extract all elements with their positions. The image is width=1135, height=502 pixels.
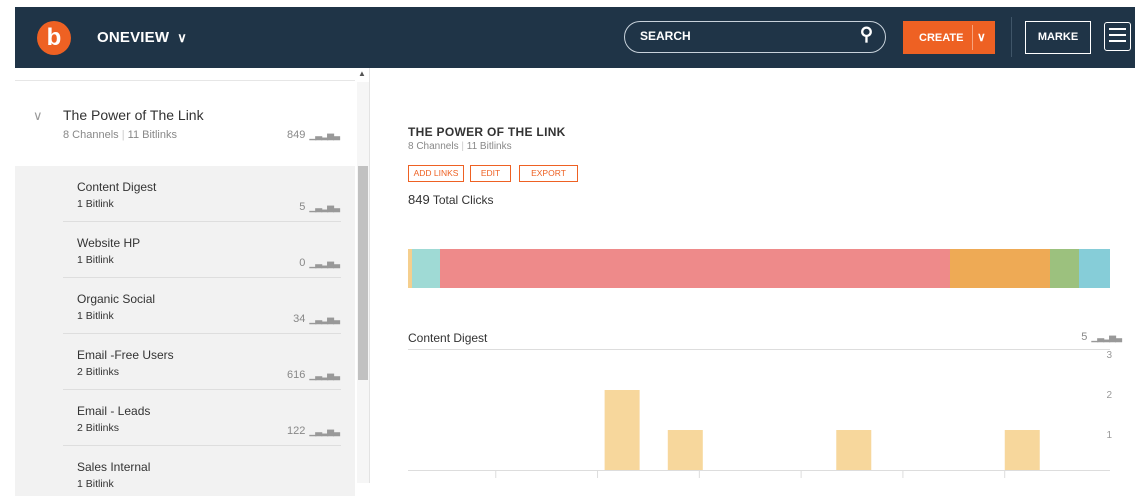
chevron-down-icon: ∨ xyxy=(177,30,187,45)
header-divider xyxy=(1011,17,1012,57)
search-input[interactable]: SEARCH ⚲ xyxy=(624,21,886,53)
chart-bar[interactable] xyxy=(836,430,872,470)
channel-name: Organic Social xyxy=(77,292,156,306)
bar-chart-icon: ▁▃▂▅▃ xyxy=(309,258,340,268)
channel-clicks: 616 ▁▃▂▅▃ xyxy=(287,369,340,381)
bar-chart-icon: ▁▃▂▅▃ xyxy=(309,202,340,212)
channel-name: Email - Leads xyxy=(77,404,151,418)
create-divider xyxy=(972,25,973,50)
channel-item[interactable]: Sales Internal 1 Bitlink xyxy=(63,446,341,502)
channel-name: Sales Internal xyxy=(77,460,151,474)
scroll-up-arrow-icon[interactable]: ▲ xyxy=(358,69,366,78)
search-icon[interactable]: ⚲ xyxy=(860,20,873,49)
campaign-title: The Power of The Link xyxy=(63,107,204,123)
y-tick-label: 2 xyxy=(1106,390,1112,401)
hamburger-menu-icon[interactable] xyxy=(1104,22,1131,51)
bar-chart-icon: ▁▃▂▅▃ xyxy=(309,130,340,140)
channel-bitlinks: 1 Bitlink xyxy=(77,254,114,266)
channel-bitlinks: 1 Bitlink xyxy=(77,198,114,210)
channel-clicks: 0 ▁▃▂▅▃ xyxy=(299,257,340,269)
campaign-detail: THE POWER OF THE LINK 8 Channels | 11 Bi… xyxy=(371,68,1135,483)
content-digest-chart: 1 2 3 xyxy=(408,350,1112,478)
chevron-down-icon[interactable]: ∨ xyxy=(33,108,43,124)
scrollbar-thumb[interactable] xyxy=(358,166,368,380)
channel-item[interactable]: Content Digest 1 Bitlink 5 ▁▃▂▅▃ xyxy=(63,166,341,222)
channel-clicks: 34 ▁▃▂▅▃ xyxy=(293,313,340,325)
channel-bitlinks: 2 Bitlinks xyxy=(77,422,120,434)
bar-chart-icon: ▁▃▂▅▃ xyxy=(309,370,340,380)
bar-chart-icon: ▁▃▂▅▃ xyxy=(309,314,340,324)
channel-item[interactable]: Email -Free Users 2 Bitlinks 616 ▁▃▂▅▃ xyxy=(63,334,341,390)
chart-bar[interactable] xyxy=(604,390,640,470)
search-placeholder: SEARCH xyxy=(640,29,691,43)
chevron-down-icon[interactable]: ∨ xyxy=(977,30,986,44)
create-label: CREATE xyxy=(919,32,964,44)
top-nav: b ONEVIEW ∨ SEARCH ⚲ CREATE ∨ MARKE xyxy=(15,7,1135,68)
chart-bar[interactable] xyxy=(1004,430,1040,470)
channel-bitlinks: 1 Bitlink xyxy=(77,478,114,490)
chart-bar[interactable] xyxy=(667,430,703,470)
y-tick-label: 3 xyxy=(1106,350,1112,361)
page: b ONEVIEW ∨ SEARCH ⚲ CREATE ∨ MARKE ∨ The… xyxy=(0,0,1135,496)
channel-item[interactable]: Website HP 1 Bitlink 0 ▁▃▂▅▃ xyxy=(63,222,341,278)
bitly-logo[interactable]: b xyxy=(37,21,71,55)
campaign-item[interactable]: ∨ The Power of The Link 8 Channels | 11 … xyxy=(15,81,355,168)
channel-name: Website HP xyxy=(77,236,141,250)
sidebar: ∨ The Power of The Link 8 Channels | 11 … xyxy=(15,68,370,496)
workspace-name: ONEVIEW xyxy=(97,29,170,46)
channel-name: Email -Free Users xyxy=(77,348,174,362)
workspace-switcher[interactable]: ONEVIEW ∨ xyxy=(97,29,187,46)
create-button[interactable]: CREATE ∨ xyxy=(903,21,995,54)
channel-bitlinks: 1 Bitlink xyxy=(77,310,114,322)
bar-chart-icon: ▁▃▂▅▃ xyxy=(309,426,340,436)
channel-clicks: 5 ▁▃▂▅▃ xyxy=(299,201,340,213)
campaign-meta: 8 Channels | 11 Bitlinks xyxy=(63,129,177,141)
channel-list: Content Digest 1 Bitlink 5 ▁▃▂▅▃ Website … xyxy=(15,166,355,496)
channel-item[interactable]: Organic Social 1 Bitlink 34 ▁▃▂▅▃ xyxy=(63,278,341,334)
account-button[interactable]: MARKE xyxy=(1025,21,1091,54)
channel-item[interactable]: Email - Leads 2 Bitlinks 122 ▁▃▂▅▃ xyxy=(63,390,341,446)
channel-clicks: 122 ▁▃▂▅▃ xyxy=(287,425,340,437)
channel-bitlinks: 2 Bitlinks xyxy=(77,366,120,378)
channel-name: Content Digest xyxy=(77,180,157,194)
y-tick-label: 1 xyxy=(1106,430,1112,441)
campaign-clicks: 849 ▁▃▂▅▃ xyxy=(287,129,340,141)
